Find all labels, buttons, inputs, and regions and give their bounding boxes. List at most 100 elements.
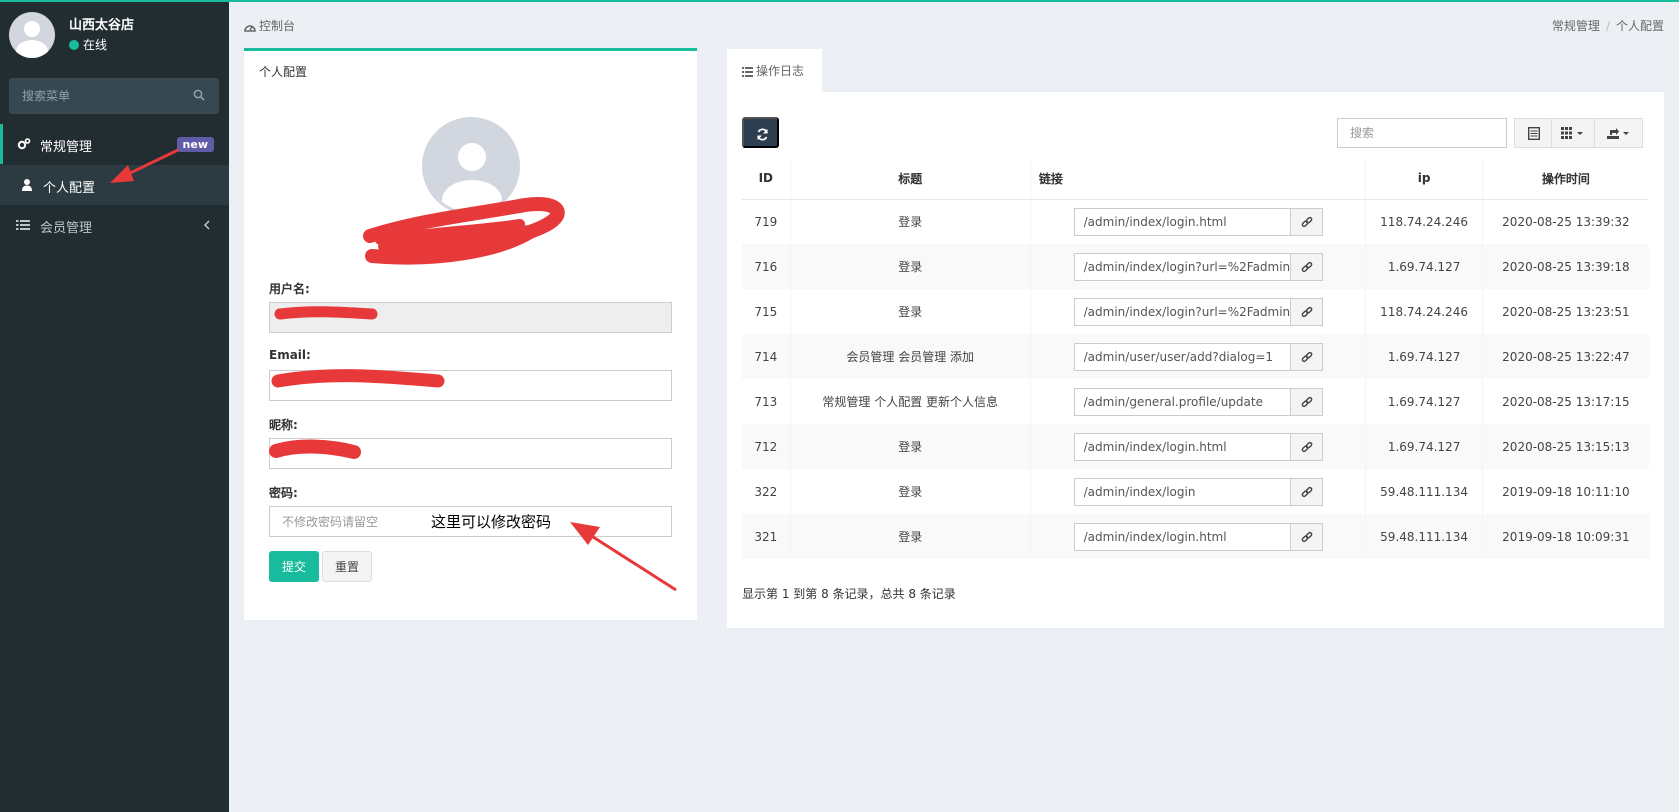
column-header[interactable]: 操作时间 (1482, 158, 1649, 200)
cell-time: 2020-08-25 13:39:32 (1502, 214, 1630, 229)
sidebar-item-member[interactable]: 会员管理 (0, 205, 229, 245)
toggle-view-button[interactable] (1514, 118, 1552, 148)
link-url-input[interactable] (1073, 522, 1291, 551)
cell-link (1030, 199, 1367, 244)
menu-search (9, 78, 219, 114)
new-badge: new (176, 137, 214, 152)
status-label: 在线 (83, 38, 108, 52)
cell-title: 登录 (790, 469, 1031, 514)
shop-name: 山西太谷店 (69, 18, 135, 33)
cell-title: 登录 (790, 424, 1031, 469)
tab-operation-log[interactable]: 操作日志 (727, 49, 822, 93)
cell-link (1030, 244, 1367, 289)
cell-title: 会员管理 会员管理 添加 (790, 334, 1031, 379)
export-button[interactable] (1594, 118, 1643, 148)
cell-id: 714 (742, 334, 791, 379)
open-link-button[interactable] (1289, 387, 1323, 416)
dashboard-link[interactable]: 控制台 (244, 17, 295, 34)
columns-icon (1561, 127, 1583, 139)
link-group (1073, 252, 1323, 281)
nickname-field[interactable] (269, 438, 672, 469)
link-url-input[interactable] (1073, 297, 1291, 326)
refresh-button[interactable] (742, 117, 779, 148)
sidebar-item-profile[interactable]: 个人配置 (0, 165, 229, 205)
online-status: 在线 (69, 36, 107, 53)
open-link-button[interactable] (1289, 432, 1323, 461)
reset-button[interactable]: 重置 (322, 551, 372, 582)
link-group (1073, 387, 1323, 416)
link-url-input[interactable] (1073, 387, 1291, 416)
cell-time: 2019-09-18 10:11:10 (1502, 484, 1630, 499)
columns-toggle-button[interactable] (1551, 118, 1595, 148)
cell-id: 716 (742, 244, 791, 289)
table-row[interactable]: 716 登录 1.69.74.127 2020-08-25 13:39:18 (742, 244, 1649, 289)
email-label: Email: (269, 348, 311, 362)
table-row[interactable]: 713 常规管理 个人配置 更新个人信息 1.69.74.127 2020-08… (742, 379, 1649, 424)
link-url-input[interactable] (1073, 207, 1291, 236)
open-link-button[interactable] (1289, 342, 1323, 371)
annotation-text: 这里可以修改密码 (431, 513, 552, 531)
profile-avatar[interactable] (422, 117, 520, 215)
open-link-button[interactable] (1289, 477, 1323, 506)
open-link-button[interactable] (1289, 207, 1323, 236)
cell-time: 2020-08-25 13:15:13 (1482, 424, 1649, 469)
column-header[interactable]: 链接 (1030, 158, 1367, 200)
table-row[interactable]: 322 登录 59.48.111.134 2019-09-18 10:11:10 (742, 469, 1649, 514)
profile-panel: 个人配置 用户名: Email: 昵称: 密码: 提交 重置 (244, 48, 697, 620)
cell-ip: 118.74.24.246 (1365, 199, 1483, 244)
user-icon (22, 179, 32, 191)
cell-ip: 59.48.111.134 (1365, 469, 1483, 514)
email-field[interactable] (269, 370, 672, 401)
open-link-button[interactable] (1289, 252, 1323, 281)
breadcrumb-item[interactable]: 常规管理 (1552, 19, 1600, 33)
link-icon (1301, 306, 1312, 317)
password-label: 密码: (269, 486, 298, 500)
table-row[interactable]: 712 登录 1.69.74.127 2020-08-25 13:15:13 (742, 424, 1649, 469)
cell-title: 登录 (790, 289, 1031, 334)
link-url-input[interactable] (1073, 342, 1291, 371)
link-icon (1301, 216, 1312, 227)
sidebar-item-general[interactable]: 常规管理 new (0, 124, 229, 164)
column-header[interactable]: 标题 (790, 158, 1031, 200)
link-icon (1301, 531, 1312, 542)
cell-ip: 118.74.24.246 (1365, 289, 1483, 334)
link-url-input[interactable] (1073, 477, 1291, 506)
cell-title: 常规管理 个人配置 更新个人信息 (790, 379, 1031, 424)
user-panel: 山西太谷店 在线 (0, 0, 229, 70)
link-group (1073, 522, 1323, 551)
sidebar: 山西太谷店 在线 常规管理 new 个人配置 会员管理 (0, 0, 229, 812)
link-icon (1301, 351, 1312, 362)
table-row[interactable]: 714 会员管理 会员管理 添加 1.69.74.127 2020-08-25 … (742, 334, 1649, 379)
column-header[interactable]: ID (742, 158, 791, 200)
table-row[interactable]: 715 登录 118.74.24.246 2020-08-25 13:23:51 (742, 289, 1649, 334)
cell-title: 登录 (790, 244, 1031, 289)
top-accent-line (0, 0, 1679, 2)
avatar[interactable] (9, 12, 55, 58)
sidebar-item-label: 常规管理 (40, 140, 93, 155)
open-link-button[interactable] (1289, 297, 1323, 326)
link-url-input[interactable] (1073, 252, 1291, 281)
link-group (1073, 477, 1323, 506)
cell-time: 2020-08-25 13:17:15 (1502, 394, 1630, 409)
table-row[interactable]: 719 登录 118.74.24.246 2020-08-25 13:39:32 (742, 199, 1649, 244)
submit-button[interactable]: 提交 (269, 551, 319, 582)
sidebar-item-label: 个人配置 (43, 181, 96, 196)
table-row[interactable]: 321 登录 59.48.111.134 2019-09-18 10:09:31 (742, 514, 1649, 559)
cell-time: 2020-08-25 13:22:47 (1482, 334, 1649, 379)
cell-id: 713 (742, 379, 791, 424)
cell-time: 2020-08-25 13:23:51 (1502, 304, 1630, 319)
column-header[interactable]: ip (1365, 158, 1483, 200)
open-link-button[interactable] (1289, 522, 1323, 551)
cell-link (1030, 289, 1367, 334)
nickname-label: 昵称: (269, 418, 298, 432)
cell-link (1030, 379, 1367, 424)
search-icon[interactable] (193, 89, 205, 101)
cell-ip: 1.69.74.127 (1365, 334, 1483, 379)
cell-ip: 59.48.111.134 (1365, 514, 1483, 559)
username-field[interactable] (269, 302, 672, 333)
menu-search-input[interactable] (9, 78, 189, 114)
table-search-input[interactable] (1337, 118, 1507, 148)
link-url-input[interactable] (1073, 432, 1291, 461)
username-label: 用户名: (269, 282, 310, 296)
link-group (1073, 207, 1323, 236)
